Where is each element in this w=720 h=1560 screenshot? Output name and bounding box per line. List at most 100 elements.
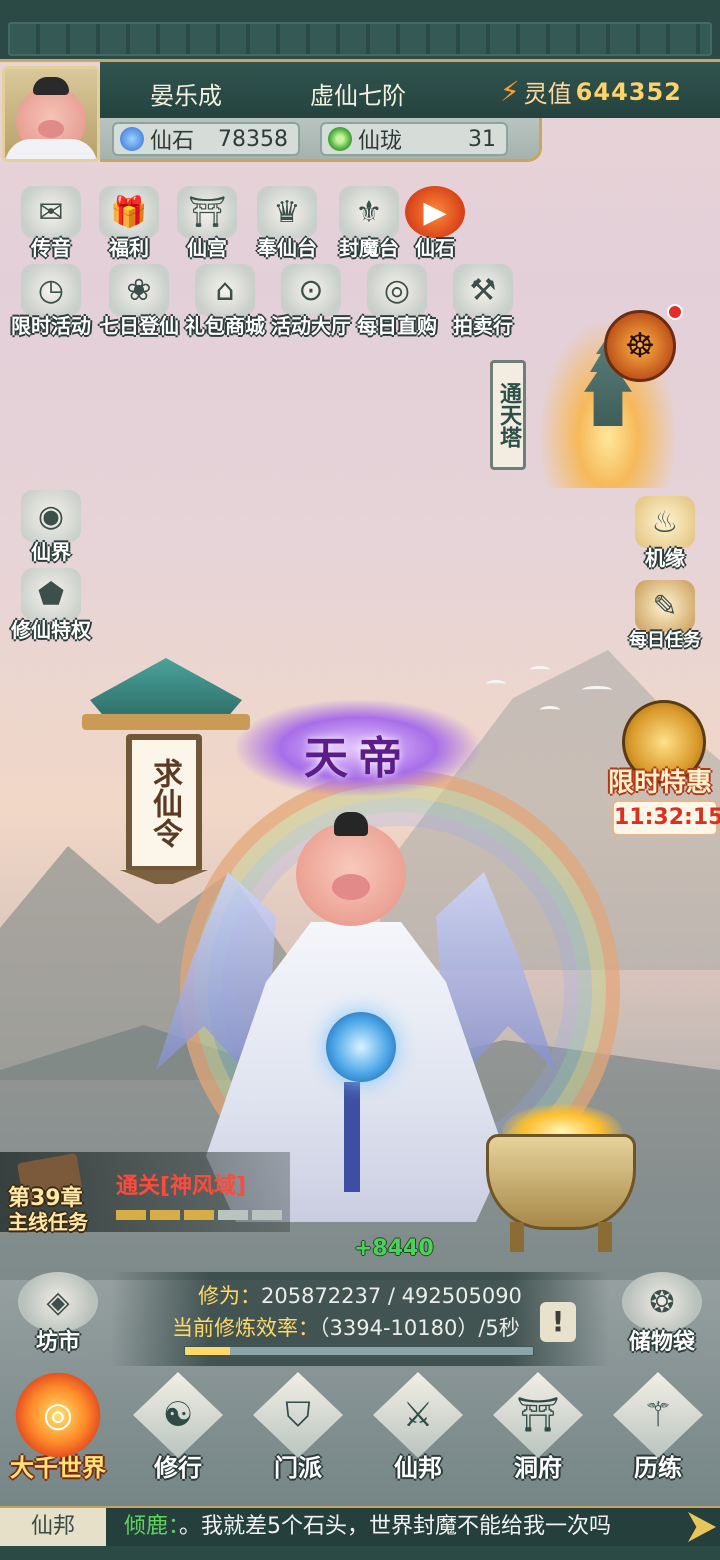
- player-rank: 虚仙七阶: [310, 82, 406, 110]
- main-quest[interactable]: 第39章 主线任务 通关[神风域]: [0, 1152, 290, 1234]
- cave-icon: ⛩: [493, 1372, 583, 1458]
- market-icon: ◈: [18, 1272, 98, 1332]
- coin-icon: ◎: [367, 264, 427, 316]
- nav-sect[interactable]: ⛉ 门派: [240, 1372, 356, 1483]
- side-label: 机缘: [645, 546, 685, 570]
- menu-label: 奉仙台: [257, 236, 317, 260]
- player-avatar[interactable]: [2, 66, 100, 162]
- blue-gem-icon: [120, 127, 144, 151]
- nav-training[interactable]: ⚚ 历练: [600, 1372, 716, 1483]
- cultivation-progress: [184, 1346, 534, 1356]
- gavel-icon: ⚒: [453, 264, 513, 316]
- menu-coin[interactable]: ◎ 每日直购: [354, 264, 440, 339]
- clock-icon: ◷: [21, 264, 81, 316]
- menu-label: 传音: [31, 236, 71, 260]
- bag-icon: ❂: [622, 1272, 702, 1332]
- shop-icon: ⌂: [195, 264, 255, 316]
- menu-hall[interactable]: ⊙ 活动大厅: [268, 264, 354, 339]
- quest-progress-segment: [116, 1210, 146, 1220]
- menu-label: 限时活动: [11, 314, 91, 338]
- side-xianjie[interactable]: ◉ 仙界: [8, 490, 94, 565]
- rate-label: 当前修炼效率：: [172, 1316, 319, 1340]
- fangshi-button[interactable]: ◈ 坊市: [8, 1272, 108, 1356]
- crane-icon: [582, 686, 612, 694]
- alchemy-cauldron[interactable]: [462, 1104, 658, 1254]
- notification-dot: [667, 304, 683, 320]
- quest-progress-segment: [218, 1210, 248, 1220]
- chat-channel[interactable]: 仙邦: [0, 1508, 106, 1546]
- spirit-orb: [326, 1012, 396, 1082]
- info-button[interactable]: !: [540, 1302, 576, 1342]
- menu-label: 福利: [109, 236, 149, 260]
- lingzhi-display: ⚡ 灵值 644352: [500, 74, 682, 109]
- letter-icon: ✉: [21, 186, 81, 238]
- xiuwei-label: 修为：: [198, 1284, 261, 1308]
- top-frame: [0, 0, 720, 62]
- chat-message: 倾鹿：。我就差5个石头，世界封魔不能给我一次吗: [124, 1508, 684, 1546]
- gift-icon: 🎁: [99, 186, 159, 238]
- menu-letter[interactable]: ✉ 传音: [8, 186, 94, 261]
- limited-offer-timer: 11:32:15: [612, 800, 720, 836]
- title-badge: 天帝: [236, 700, 480, 796]
- lingzhi-value: 644352: [575, 77, 682, 106]
- menu-altar[interactable]: ♛ 奉仙台: [244, 186, 330, 261]
- altar-icon: ♛: [257, 186, 317, 238]
- side-daily-task[interactable]: ✎ 每日任务: [622, 580, 708, 652]
- scroll-icon: ✎: [635, 580, 695, 632]
- bottom-frame: [0, 1546, 720, 1560]
- menu-label: 每日直购: [357, 314, 437, 338]
- player-name: 晏乐成: [150, 82, 222, 110]
- quest-progress-segment: [184, 1210, 214, 1220]
- tower-sign: 通天塔: [490, 360, 526, 470]
- side-label: 每日任务: [629, 630, 701, 651]
- menu-clock[interactable]: ◷ 限时活动: [8, 264, 94, 339]
- cultivate-icon: ☯: [133, 1372, 223, 1458]
- meditation-icon[interactable]: ☸: [604, 310, 676, 382]
- chat-sender: 倾鹿：: [124, 1514, 180, 1539]
- nav-cave[interactable]: ⛩ 洞府: [480, 1372, 596, 1483]
- storage-bag-button[interactable]: ❂ 储物袋: [612, 1272, 712, 1356]
- chat-expand-icon[interactable]: [688, 1512, 716, 1542]
- menu-palace[interactable]: ⛩ 仙宫: [164, 186, 250, 261]
- menu-label: 礼包商城: [185, 314, 265, 338]
- menu-shop[interactable]: ⌂ 礼包商城: [182, 264, 268, 339]
- palace-icon: ⛩: [177, 186, 237, 238]
- currency-value: 31: [468, 126, 496, 152]
- hall-icon: ⊙: [281, 264, 341, 316]
- menu-label: 七日登仙: [99, 314, 179, 338]
- side-xiuxian-tequan[interactable]: ⬟ 修仙特权: [8, 568, 94, 643]
- xiuwei-value: 205872237 / 492505090: [261, 1284, 522, 1308]
- seal-altar-icon: ⚜: [339, 186, 399, 238]
- side-jiyuan[interactable]: ♨ 机缘: [622, 496, 708, 571]
- side-label: 储物袋: [628, 1330, 695, 1355]
- limited-offer-label: 限时特惠: [608, 768, 713, 798]
- main-task-label: 主线任务: [8, 1210, 88, 1234]
- menu-lotus[interactable]: ❀ 七日登仙: [96, 264, 182, 339]
- task-name: 通关[神风域]: [116, 1174, 247, 1199]
- side-label: 修仙特权: [11, 618, 91, 642]
- crane-icon: [530, 666, 550, 674]
- cultivation-gain: +8440: [354, 1236, 434, 1261]
- crane-icon: [540, 706, 560, 714]
- turtle-icon: ⬟: [21, 568, 81, 620]
- rate-value: （3394-10180）/5秒: [319, 1316, 520, 1340]
- alliance-icon: ⚔: [373, 1372, 463, 1458]
- bottom-nav: ◎ 大千世界 ☯ 修行 ⛉ 门派 ⚔ 仙邦 ⛩ 洞府 ⚚ 历练: [0, 1372, 720, 1500]
- currency-label: 仙石: [150, 129, 195, 154]
- nav-alliance[interactable]: ⚔ 仙邦: [360, 1372, 476, 1483]
- chat-bar[interactable]: 仙邦 倾鹿：。我就差5个石头，世界封魔不能给我一次吗: [0, 1506, 720, 1546]
- menu-gift[interactable]: 🎁 福利: [86, 186, 172, 261]
- menu-label: 仙宫: [187, 236, 227, 260]
- menu-play[interactable]: ▶ 仙石: [392, 186, 478, 261]
- title-text: 天帝: [304, 733, 412, 784]
- cultivation-panel: 修为：205872237 / 492505090 当前修炼效率：（3394-10…: [110, 1272, 610, 1366]
- currency-xianlong[interactable]: 仙珑 31: [320, 122, 508, 156]
- world-icon: ◎: [15, 1372, 101, 1458]
- swirl-icon: ◉: [21, 490, 81, 542]
- nav-cultivate[interactable]: ☯ 修行: [120, 1372, 236, 1483]
- side-label: 仙界: [31, 540, 71, 564]
- currency-xianshi[interactable]: 仙石 78358: [112, 122, 300, 156]
- currency-value: 78358: [218, 126, 288, 152]
- quest-progress: [116, 1210, 282, 1220]
- nav-world[interactable]: ◎ 大千世界: [0, 1372, 116, 1483]
